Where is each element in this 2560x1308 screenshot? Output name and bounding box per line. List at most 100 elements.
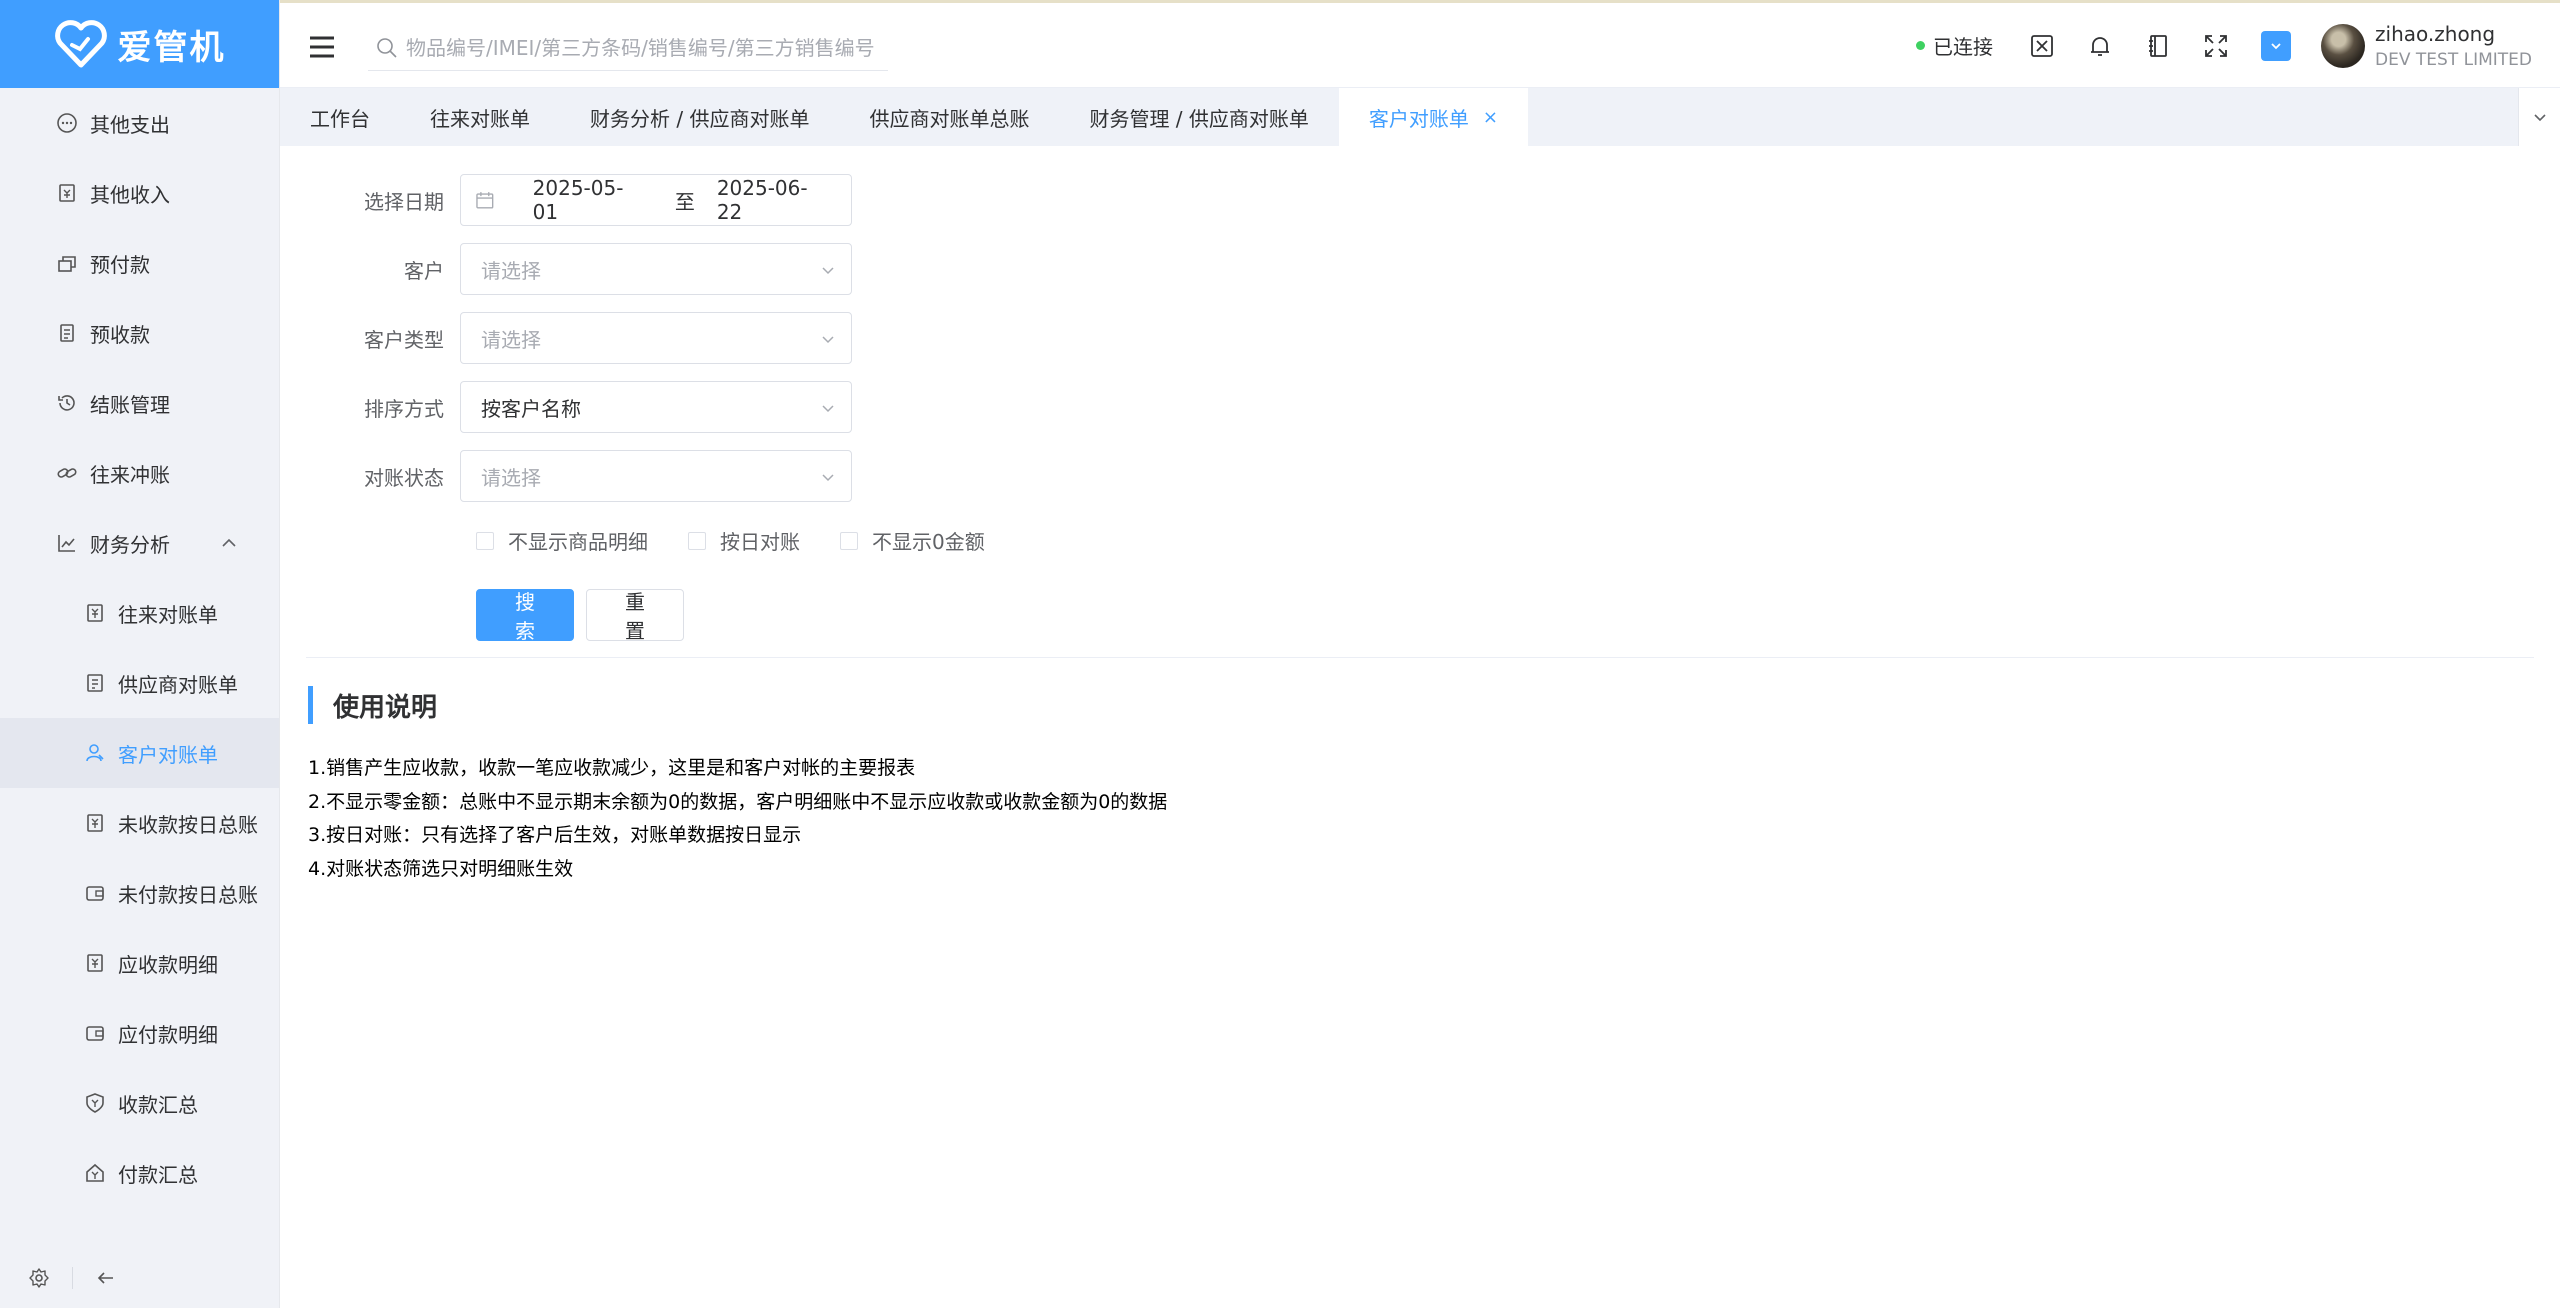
history-icon xyxy=(58,395,75,411)
dots-circle-icon xyxy=(57,113,77,133)
tab-label: 工作台 xyxy=(310,106,370,131)
checkbox-box[interactable] xyxy=(840,531,858,550)
tab-label: 财务分析 / 供应商对账单 xyxy=(590,106,810,131)
customer-type-label: 客户类型 xyxy=(364,327,444,352)
tab-workbench[interactable]: 工作台 xyxy=(280,88,400,146)
sidebar-item-label: 其他支出 xyxy=(90,112,170,137)
fullscreen-icon[interactable] xyxy=(2203,33,2229,59)
tab-bar: 工作台 往来对账单 财务分析 / 供应商对账单 供应商对账单总账 财务管理 / … xyxy=(280,88,2560,146)
tab-customer-statement[interactable]: 客户对账单 × xyxy=(1338,88,1528,146)
global-search xyxy=(368,25,888,71)
form-actions: 搜索 重置 xyxy=(476,589,684,643)
shield-yen-icon xyxy=(86,1093,104,1113)
prepay-icon xyxy=(58,256,76,272)
sidebar-item-label: 预收款 xyxy=(90,322,150,347)
sidebar-subitem-payment-summary[interactable]: 付款汇总 xyxy=(0,1138,279,1208)
tab-fa-supplier-statement[interactable]: 财务分析 / 供应商对账单 xyxy=(560,88,839,146)
logo[interactable]: 爱管机 xyxy=(0,0,279,88)
usage-title: 使用说明 xyxy=(308,686,437,724)
chevron-down-icon xyxy=(2271,42,2281,49)
sort-select[interactable]: 按客户名称 xyxy=(460,381,852,433)
excel-export-icon[interactable] xyxy=(2029,33,2055,59)
chart-icon xyxy=(58,535,75,552)
yen-doc-icon xyxy=(87,814,103,832)
form-row-customer-type: 客户类型 请选择 xyxy=(280,312,852,364)
avatar[interactable] xyxy=(2321,23,2366,68)
customer-select[interactable]: 请选择 xyxy=(460,243,852,295)
customer-type-select[interactable]: 请选择 xyxy=(460,312,852,364)
sidebar-item-prepayment[interactable]: 预付款 xyxy=(0,228,279,298)
status-label: 对账状态 xyxy=(364,465,444,490)
sidebar-item-label: 付款汇总 xyxy=(118,1162,198,1187)
sidebar-item-label: 客户对账单 xyxy=(118,742,218,767)
sidebar-subitem-payable-detail[interactable]: 应付款明细 xyxy=(0,998,279,1068)
arrow-left-icon[interactable] xyxy=(95,1267,117,1289)
tab-close-icon[interactable]: × xyxy=(1483,107,1498,128)
chevron-down-icon xyxy=(822,405,834,413)
sidebar-item-financial-analysis[interactable]: 财务分析 xyxy=(0,508,279,578)
app-root: 爱管机 其他支出 其他收入 预付款 预收款 结账管理 往来冲账 财务分析 往来对… xyxy=(0,0,2560,1308)
tab-ledger[interactable]: 往来对账单 xyxy=(400,88,560,146)
sidebar-subitem-receivable-detail[interactable]: 应收款明细 xyxy=(0,928,279,998)
sidebar-subitem-customer-statement[interactable]: 客户对账单 xyxy=(0,718,279,788)
user-name: zihao.zhong xyxy=(2375,21,2496,46)
file-list-icon xyxy=(87,674,103,692)
sidebar-item-other-expense[interactable]: 其他支出 xyxy=(0,88,279,158)
yen-doc-icon xyxy=(87,604,103,622)
section-divider xyxy=(306,657,2534,658)
tab-label: 供应商对账单总账 xyxy=(869,106,1030,131)
checkbox-hide-zero-amount[interactable]: 不显示0金额 xyxy=(840,526,985,555)
reset-button[interactable]: 重置 xyxy=(586,589,684,643)
chevron-down-icon xyxy=(2533,114,2546,122)
form-row-customer: 客户 请选择 xyxy=(280,243,852,295)
sidebar-subitem-ledger[interactable]: 往来对账单 xyxy=(0,578,279,648)
usage-line: 1.销售产生应收款，收款一笔应收款减少，这里是和客户对帐的主要报表 xyxy=(308,757,916,779)
sidebar-subitem-supplier-statement[interactable]: 供应商对账单 xyxy=(0,648,279,718)
chevron-down-icon xyxy=(822,267,834,275)
sidebar-subitem-receipt-summary[interactable]: 收款汇总 xyxy=(0,1068,279,1138)
user-info[interactable]: zihao.zhong DEV TEST LIMITED xyxy=(2375,22,2532,70)
hamburger-menu-icon[interactable] xyxy=(308,35,336,59)
form-row-status: 对账状态 请选择 xyxy=(280,450,852,502)
header-actions: 已连接 zihao.zhong DEV TEST LIMITED xyxy=(1916,3,2532,88)
date-end[interactable]: 2025-06-22 xyxy=(717,176,831,224)
tabs-more-button[interactable] xyxy=(2518,88,2560,146)
date-range-picker[interactable]: 2025-05-01 至 2025-06-22 xyxy=(460,174,852,226)
heart-logo-icon xyxy=(54,20,107,68)
sidebar-item-closing[interactable]: 结账管理 xyxy=(0,368,279,438)
checkbox-box[interactable] xyxy=(476,531,494,550)
document-icon xyxy=(60,324,74,342)
bell-icon[interactable] xyxy=(2087,33,2113,59)
tab-fm-supplier-statement[interactable]: 财务管理 / 供应商对账单 xyxy=(1059,88,1338,146)
search-button[interactable]: 搜索 xyxy=(476,589,574,643)
sidebar-item-other-income[interactable]: 其他收入 xyxy=(0,158,279,228)
status-select[interactable]: 请选择 xyxy=(460,450,852,502)
chevron-up-icon[interactable] xyxy=(220,534,238,552)
dropdown-toggle-button[interactable] xyxy=(2261,30,2292,61)
checkbox-hide-product-detail[interactable]: 不显示商品明细 xyxy=(476,526,648,555)
checkbox-daily-reconcile[interactable]: 按日对账 xyxy=(688,526,800,555)
checkbox-box[interactable] xyxy=(688,531,706,550)
notebook-icon[interactable] xyxy=(2145,33,2171,59)
top-header: 已连接 zihao.zhong DEV TEST LIMITED xyxy=(280,0,2560,88)
sidebar-item-label: 往来冲账 xyxy=(90,462,170,487)
connection-status: 已连接 xyxy=(1916,31,1993,60)
date-label: 选择日期 xyxy=(364,189,444,214)
sidebar-subitem-unpaid-daily[interactable]: 未付款按日总账 xyxy=(0,858,279,928)
checkbox-label: 不显示0金额 xyxy=(872,530,985,554)
sidebar-item-label: 往来对账单 xyxy=(118,602,218,627)
form-row-date: 选择日期 2025-05-01 至 2025-06-22 xyxy=(280,174,852,226)
date-start[interactable]: 2025-05-01 xyxy=(533,176,647,224)
sidebar-item-advance-receipt[interactable]: 预收款 xyxy=(0,298,279,368)
gear-icon[interactable] xyxy=(28,1267,50,1289)
receipt-icon xyxy=(59,184,75,202)
search-input[interactable] xyxy=(406,35,876,60)
sidebar-item-label: 结账管理 xyxy=(90,392,170,417)
sidebar-subitem-unreceived-daily[interactable]: 未收款按日总账 xyxy=(0,788,279,858)
usage-line: 2.不显示零金额：总账中不显示期末余额为0的数据，客户明细账中不显示应收款或收款… xyxy=(308,790,1168,813)
connection-dot xyxy=(1916,41,1926,50)
sidebar-item-offset[interactable]: 往来冲账 xyxy=(0,438,279,508)
tab-supplier-general-ledger[interactable]: 供应商对账单总账 xyxy=(839,88,1059,146)
usage-line: 4.对账状态筛选只对明细账生效 xyxy=(308,857,574,880)
tab-label: 客户对账单 xyxy=(1368,106,1469,131)
